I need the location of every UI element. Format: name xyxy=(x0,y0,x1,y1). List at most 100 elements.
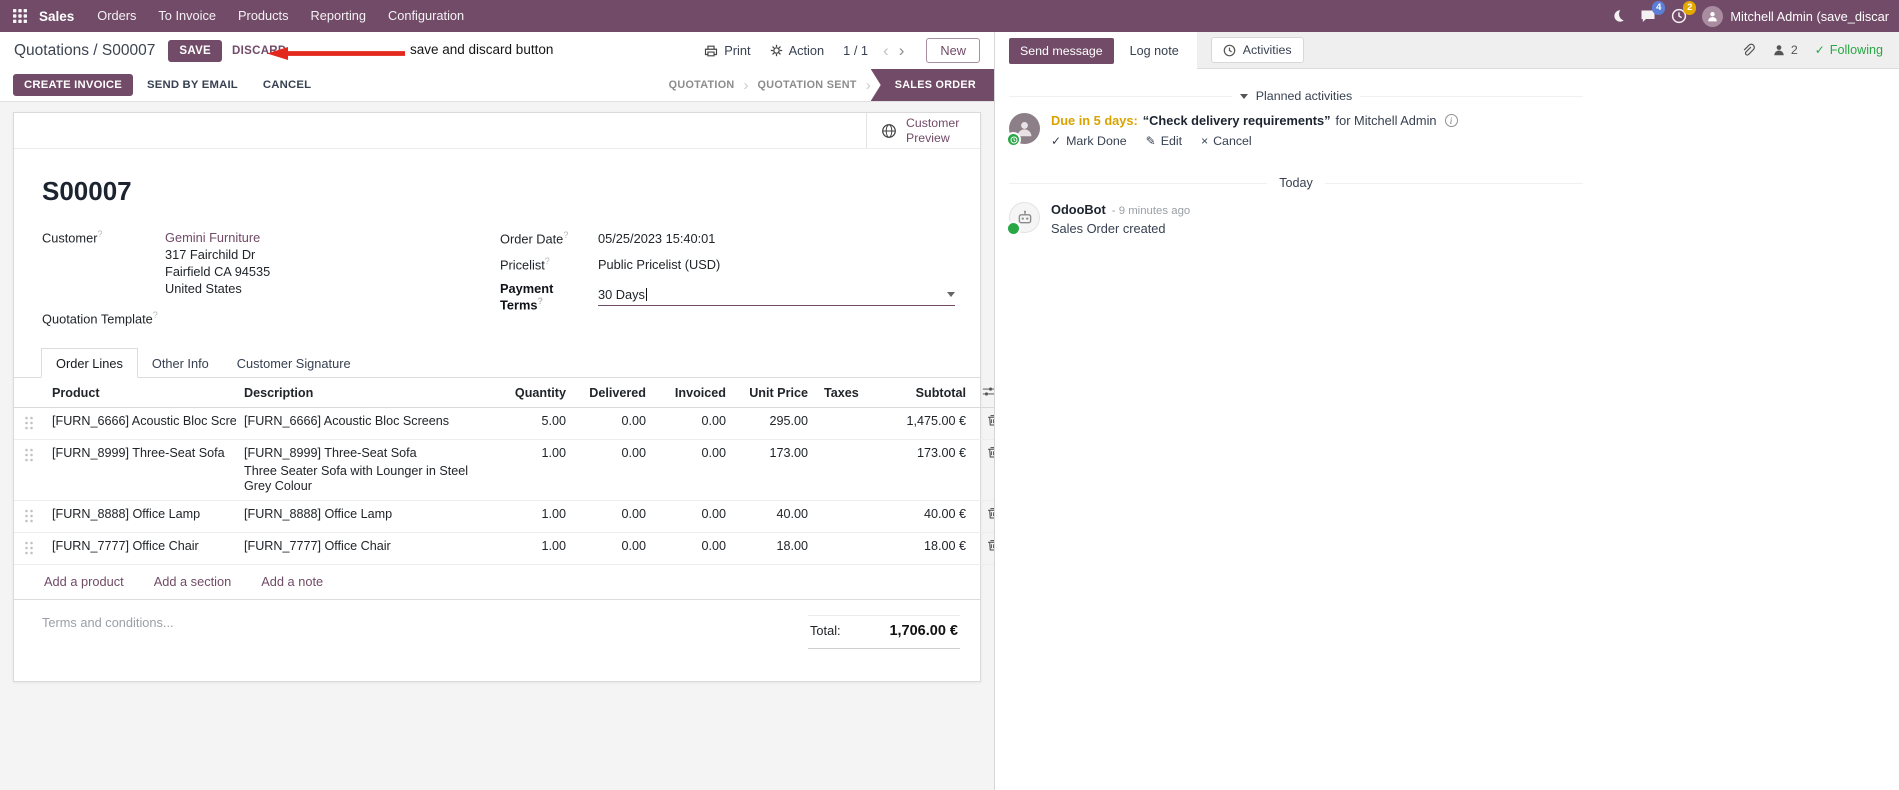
cell-unit-price[interactable]: 173.00 xyxy=(734,439,816,502)
tab-order-lines[interactable]: Order Lines xyxy=(41,348,138,379)
cell-description[interactable]: [FURN_6666] Acoustic Bloc Screens xyxy=(236,407,502,441)
cell-description[interactable]: [FURN_8888] Office Lamp xyxy=(236,500,502,534)
customer-preview-button[interactable]: Customer Preview xyxy=(866,113,980,148)
pager-next-icon[interactable]: › xyxy=(896,42,908,59)
drag-handle-icon[interactable] xyxy=(14,532,44,566)
payment-terms-field[interactable]: 30 Days xyxy=(598,287,955,307)
col-subtotal[interactable]: Subtotal xyxy=(866,378,974,409)
order-line-row[interactable]: [FURN_7777] Office Chair [FURN_7777] Off… xyxy=(14,532,994,566)
cell-invoiced[interactable]: 0.00 xyxy=(654,439,734,502)
menu-configuration[interactable]: Configuration xyxy=(377,0,475,32)
add-note-link[interactable]: Add a note xyxy=(261,574,323,589)
cell-product[interactable]: [FURN_7777] Office Chair xyxy=(44,532,236,566)
menu-reporting[interactable]: Reporting xyxy=(300,0,378,32)
stage-quotation[interactable]: QUOTATION xyxy=(660,69,744,101)
cell-product[interactable]: [FURN_8888] Office Lamp xyxy=(44,500,236,534)
optional-columns-icon[interactable] xyxy=(974,378,994,409)
cell-product[interactable]: [FURN_8999] Three-Seat Sofa xyxy=(44,439,236,502)
messages-icon[interactable]: 4 xyxy=(1640,1,1666,24)
planned-activities-header[interactable]: Planned activities xyxy=(1009,89,1583,103)
menu-orders[interactable]: Orders xyxy=(86,0,147,32)
drag-handle-icon[interactable] xyxy=(14,439,44,502)
breadcrumb-quotations[interactable]: Quotations xyxy=(14,42,89,59)
app-name[interactable]: Sales xyxy=(39,9,74,24)
send-message-button[interactable]: Send message xyxy=(1009,37,1114,64)
print-button[interactable]: Print xyxy=(704,43,751,58)
attachment-icon[interactable] xyxy=(1740,43,1755,58)
delete-line-icon[interactable] xyxy=(974,439,994,502)
drag-handle-icon[interactable] xyxy=(14,407,44,441)
stage-sales-order[interactable]: SALES ORDER xyxy=(870,69,994,101)
cell-unit-price[interactable]: 18.00 xyxy=(734,532,816,566)
edit-activity-button[interactable]: ✎ Edit xyxy=(1146,134,1182,148)
col-product[interactable]: Product xyxy=(44,378,236,409)
cell-taxes[interactable] xyxy=(816,407,866,441)
log-note-button[interactable]: Log note xyxy=(1120,38,1189,64)
message-author[interactable]: OdooBot xyxy=(1051,202,1106,217)
info-icon[interactable]: i xyxy=(1444,114,1458,127)
col-delivered[interactable]: Delivered xyxy=(574,378,654,409)
order-date-field[interactable]: 05/25/2023 15:40:01 xyxy=(598,231,715,246)
cell-unit-price[interactable]: 40.00 xyxy=(734,500,816,534)
create-invoice-button[interactable]: CREATE INVOICE xyxy=(13,74,133,96)
send-by-email-button[interactable]: SEND BY EMAIL xyxy=(136,74,249,96)
order-line-row[interactable]: [FURN_8888] Office Lamp [FURN_8888] Offi… xyxy=(14,500,994,534)
mark-done-button[interactable]: ✓ Mark Done xyxy=(1051,134,1127,148)
drag-handle-icon[interactable] xyxy=(14,500,44,534)
apps-grid-icon[interactable] xyxy=(12,8,28,24)
cell-quantity[interactable]: 5.00 xyxy=(502,407,574,441)
customer-link[interactable]: Gemini Furniture xyxy=(165,230,260,245)
delete-line-icon[interactable] xyxy=(974,500,994,534)
pager-previous-icon[interactable]: ‹ xyxy=(880,42,892,59)
menu-to-invoice[interactable]: To Invoice xyxy=(147,0,227,32)
cell-product[interactable]: [FURN_6666] Acoustic Bloc Screens xyxy=(44,407,236,441)
cancel-button[interactable]: CANCEL xyxy=(252,74,322,96)
cell-quantity[interactable]: 1.00 xyxy=(502,532,574,566)
cell-delivered[interactable]: 0.00 xyxy=(574,500,654,534)
col-quantity[interactable]: Quantity xyxy=(502,378,574,409)
chevron-down-icon[interactable] xyxy=(947,292,955,298)
cell-unit-price[interactable]: 295.00 xyxy=(734,407,816,441)
stage-quotation-sent[interactable]: QUOTATION SENT xyxy=(749,69,866,101)
cell-invoiced[interactable]: 0.00 xyxy=(654,532,734,566)
terms-placeholder[interactable]: Terms and conditions... xyxy=(42,615,174,630)
following-button[interactable]: ✓ Following xyxy=(1815,43,1883,57)
activities-button[interactable]: Activities xyxy=(1210,37,1304,63)
cell-taxes[interactable] xyxy=(816,500,866,534)
order-line-row[interactable]: [FURN_6666] Acoustic Bloc Screens [FURN_… xyxy=(14,407,994,441)
add-product-link[interactable]: Add a product xyxy=(44,574,124,589)
cell-delivered[interactable]: 0.00 xyxy=(574,532,654,566)
cell-invoiced[interactable]: 0.00 xyxy=(654,407,734,441)
cell-taxes[interactable] xyxy=(816,532,866,566)
help-marker: ? xyxy=(563,229,569,240)
cell-delivered[interactable]: 0.00 xyxy=(574,439,654,502)
followers-button[interactable]: 2 xyxy=(1772,43,1798,57)
col-unit-price[interactable]: Unit Price xyxy=(734,378,816,409)
tab-other-info[interactable]: Other Info xyxy=(138,348,223,377)
action-button[interactable]: Action xyxy=(770,43,824,58)
col-taxes[interactable]: Taxes xyxy=(816,378,866,409)
cancel-activity-button[interactable]: × Cancel xyxy=(1201,134,1252,148)
cell-quantity[interactable]: 1.00 xyxy=(502,439,574,502)
cell-invoiced[interactable]: 0.00 xyxy=(654,500,734,534)
col-invoiced[interactable]: Invoiced xyxy=(654,378,734,409)
cell-description[interactable]: [FURN_8999] Three-Seat Sofa Three Seater… xyxy=(236,439,502,502)
order-sheet: Customer Preview S00007 Customer? Gemini… xyxy=(13,112,994,683)
pricelist-field[interactable]: Public Pricelist (USD) xyxy=(598,257,720,272)
delete-line-icon[interactable] xyxy=(974,407,994,441)
cell-description[interactable]: [FURN_7777] Office Chair xyxy=(236,532,502,566)
tab-customer-signature[interactable]: Customer Signature xyxy=(223,348,365,377)
new-button[interactable]: New xyxy=(926,38,980,63)
order-line-row[interactable]: [FURN_8999] Three-Seat Sofa [FURN_8999] … xyxy=(14,439,994,502)
activities-clock-icon[interactable]: 2 xyxy=(1671,1,1697,24)
user-menu[interactable]: Mitchell Admin (save_discar xyxy=(1702,5,1889,27)
delete-line-icon[interactable] xyxy=(974,532,994,566)
moon-icon[interactable] xyxy=(1611,9,1625,23)
menu-products[interactable]: Products xyxy=(227,0,300,32)
cell-delivered[interactable]: 0.00 xyxy=(574,407,654,441)
cell-taxes[interactable] xyxy=(816,439,866,502)
col-description[interactable]: Description xyxy=(236,378,502,409)
add-section-link[interactable]: Add a section xyxy=(154,574,232,589)
cell-quantity[interactable]: 1.00 xyxy=(502,500,574,534)
save-button[interactable]: SAVE xyxy=(168,39,223,62)
